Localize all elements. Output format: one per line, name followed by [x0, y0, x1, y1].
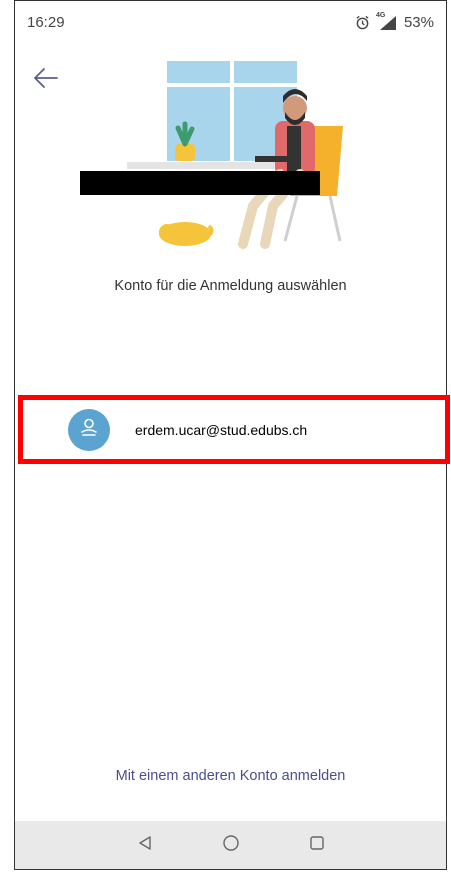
signal-icon: 4G	[375, 11, 398, 31]
account-row[interactable]: erdem.ucar@stud.edubs.ch	[18, 395, 450, 464]
nav-back-button[interactable]	[133, 833, 157, 857]
redaction-bar	[80, 171, 320, 195]
status-time: 16:29	[27, 14, 65, 31]
person-icon	[79, 417, 99, 442]
nav-recents-button[interactable]	[305, 833, 329, 857]
back-button[interactable]	[31, 63, 61, 93]
use-other-account-link[interactable]: Mit einem anderen Konto anmelden	[15, 768, 446, 784]
system-nav-bar	[15, 821, 446, 869]
network-type: 4G	[375, 11, 386, 19]
status-bar: 16:29 4G 53%	[15, 1, 446, 43]
welcome-illustration	[75, 56, 375, 251]
alarm-icon	[355, 15, 370, 30]
avatar	[68, 408, 110, 451]
account-email: erdem.ucar@stud.edubs.ch	[135, 421, 308, 438]
nav-home-button[interactable]	[219, 833, 243, 857]
home-circle-icon	[222, 834, 240, 857]
battery-level: 53%	[403, 14, 434, 31]
status-icons: 4G 53%	[355, 11, 434, 31]
select-account-prompt: Konto für die Anmeldung auswählen	[114, 278, 347, 294]
recents-square-icon	[309, 835, 325, 856]
back-triangle-icon	[137, 835, 153, 856]
arrow-left-icon	[31, 68, 61, 97]
phone-screen: 16:29 4G 53% Konto für die Anmeldung aus…	[14, 0, 450, 870]
